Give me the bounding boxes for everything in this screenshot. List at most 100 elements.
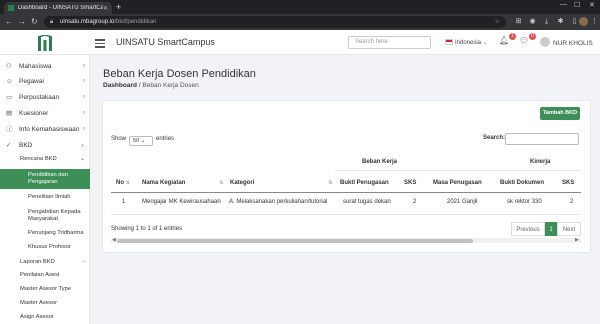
cell-bukti-dokumen: sk rektor 330 (507, 199, 542, 205)
col-kategori[interactable]: Kategori ⇅ (230, 180, 333, 186)
browser-tab[interactable]: Dashboard - UINSATU SmartCam ✕ (4, 2, 112, 14)
breadcrumb-home[interactable]: Dashboard (103, 82, 137, 89)
url-host: uinsatu.mbagroup.io (60, 19, 115, 25)
sidebar-item-label: Mahasiswa (19, 63, 52, 70)
previous-page-button[interactable]: Previous (511, 222, 545, 236)
puzzle-icon[interactable]: ✱ (556, 17, 565, 26)
next-page-button[interactable]: Next (557, 222, 581, 236)
sidebar-item-kuesioner[interactable]: ▤ Kuesioner › (0, 106, 90, 121)
sidebar-item-pengabdian[interactable]: Pengabdian Kepada Masyarakat (0, 209, 90, 225)
col-masa-penugasan: Masa Penugasan (433, 180, 482, 186)
sidebar-item-label: Perpustakaan (19, 94, 60, 101)
chevron-right-icon: › (83, 78, 85, 84)
window-close-icon[interactable]: ✕ (589, 1, 595, 9)
info-icon: ⓘ (6, 126, 13, 133)
chevron-down-icon: ⌄ (79, 142, 85, 148)
sidebar-item-pendidikan[interactable]: Pendidikan dan Pengajaran (0, 169, 90, 189)
header-divider (111, 192, 581, 193)
sidebar-item-laporan-bkd[interactable]: Laporan BKD › (0, 259, 90, 267)
tab-search-icon[interactable]: ⤓ (542, 17, 551, 26)
col-no[interactable]: No ⇅ (116, 180, 130, 186)
browser-tabbar: Dashboard - UINSATU SmartCam ✕ + — ☐ ✕ (0, 0, 600, 14)
new-tab-icon[interactable]: + (116, 2, 121, 12)
sidebar-item-label: Master Asesor (20, 300, 58, 306)
breadcrumb-separator: / (138, 82, 141, 89)
lock-icon: 🔒︎ (50, 19, 54, 25)
sidebar-item-label: Asign Asesor (20, 314, 54, 320)
sidebar-item-khusus-profesor[interactable]: Khusus Profesor (0, 244, 90, 252)
page-1-button[interactable]: 1 (545, 222, 557, 236)
cell-sks: 2 (413, 199, 417, 205)
forward-icon[interactable]: → (18, 17, 26, 27)
extension-icon[interactable]: ⊞ (514, 17, 523, 26)
language-selector[interactable]: Indonesia ⌄ (445, 39, 488, 46)
minimize-icon[interactable]: — (560, 1, 567, 8)
address-bar[interactable]: 🔒︎ uinsatu.mbagroup.io/bkd/pendidikan ☆ (44, 16, 506, 28)
col-bukti-penugasan: Bukti Penugasan (340, 180, 389, 186)
sidepanel-icon[interactable]: ▯ (570, 17, 579, 26)
col-nama-kegiatan[interactable]: Nama Kegiatan ⇅ (142, 180, 224, 186)
page-length-control: Show 50 ⌄ entries (111, 136, 174, 146)
sidebar-item-label: Pengabdian Kepada Masyarakat (28, 209, 81, 222)
tab-title: Dashboard - UINSATU SmartCam (18, 5, 103, 11)
users-icon: ⚇ (6, 63, 12, 70)
search-label: Search: (483, 135, 506, 141)
user-menu[interactable]: NUR KHOLIS (540, 37, 593, 47)
sidebar-item-asign-asesor[interactable]: Asign Asesor (0, 314, 90, 322)
scroll-right-icon[interactable]: ▶ (575, 237, 579, 243)
message-icon[interactable]: 💬︎ 0 (519, 33, 536, 48)
page-title: Beban Kerja Dosen Pendidikan (103, 68, 256, 80)
close-tab-icon[interactable]: ✕ (103, 5, 108, 12)
col-bukti-dokumen: Bukti Dokumen (500, 180, 545, 186)
maximize-icon[interactable]: ☐ (574, 1, 580, 9)
sidebar-item-rencana-bkd[interactable]: Rencana BKD ⌄ (0, 156, 90, 165)
notification-bell-icon[interactable]: 🔔︎ 1 (499, 33, 516, 48)
sidebar-item-perpustakaan[interactable]: ▭ Perpustakaan › (0, 90, 90, 105)
sidebar-item-penelitian[interactable]: Penelitian Ilmiah (0, 194, 90, 202)
scrollbar-thumb[interactable] (117, 238, 473, 243)
user-name: NUR KHOLIS (553, 40, 593, 47)
sidebar-item-pegawai[interactable]: ☺ Pegawai › (0, 74, 90, 89)
sidebar-item-label: Master Asesor Type (20, 286, 72, 292)
add-bkd-button[interactable]: Tambah BKD (540, 107, 580, 120)
col-label: No (116, 180, 124, 186)
sidebar-item-master-asesor[interactable]: Master Asesor (0, 300, 90, 308)
cell-nama-kegiatan: Mengajar MK Kewirausahaan (142, 199, 221, 205)
update-icon[interactable]: ◉ (528, 17, 537, 26)
sidebar-item-info-kemahasiswaan[interactable]: ⓘ Info Kemahasiswaan › (0, 122, 90, 137)
table-info: Showing 1 to 1 of 1 entries (111, 226, 183, 232)
cell-masa-penugasan: 2021 Ganjil (447, 199, 478, 205)
browser-menu-icon[interactable]: ⋮ (590, 17, 599, 26)
search-input[interactable]: Search here (348, 36, 431, 49)
table-search-input[interactable] (505, 133, 579, 145)
chevron-right-icon: › (83, 63, 85, 69)
profile-avatar[interactable] (579, 17, 588, 26)
sidebar-item-master-asesor-type[interactable]: Master Asesor Type (0, 286, 90, 294)
sidebar-item-label: Penunjang Tridharma (28, 230, 84, 236)
col-sks: SKS (404, 180, 417, 186)
group-header-kinerja: Kinerja (530, 159, 551, 165)
page-length-value: 50 (133, 138, 140, 144)
col-label: Kategori (230, 180, 255, 186)
sidebar-item-mahasiswa[interactable]: ⚇ Mahasiswa › (0, 59, 90, 74)
cell-sks-kinerja: 2 (570, 199, 574, 205)
sort-icon: ⇅ (219, 180, 224, 186)
menu-toggle-icon[interactable] (95, 39, 105, 50)
page-length-select[interactable]: 50 ⌄ (129, 136, 154, 146)
scroll-left-icon[interactable]: ◀ (112, 237, 116, 243)
chevron-down-icon: ⌄ (80, 156, 85, 162)
message-badge: 0 (529, 33, 536, 40)
user-icon: ☺ (6, 78, 13, 85)
reload-icon[interactable]: ↻ (31, 17, 38, 27)
back-icon[interactable]: ← (5, 17, 13, 27)
bookmark-star-icon[interactable]: ☆ (495, 16, 500, 28)
sidebar-item-bkd[interactable]: ✓ BKD ⌄ (0, 138, 90, 153)
url-path: /bkd/pendidikan (114, 19, 157, 25)
sidebar-item-penunjang[interactable]: Penunjang Tridharma (0, 230, 90, 238)
sidebar-item-penilaian-asesi[interactable]: Penilaian Asesi (0, 272, 90, 280)
entries-label: entries (156, 136, 175, 142)
sidebar-item-label: Info Kemahasiswaan (19, 126, 80, 133)
sidebar-item-label: Khusus Profesor (28, 244, 71, 250)
flag-icon (445, 39, 453, 45)
sort-icon: ⇅ (125, 180, 130, 186)
